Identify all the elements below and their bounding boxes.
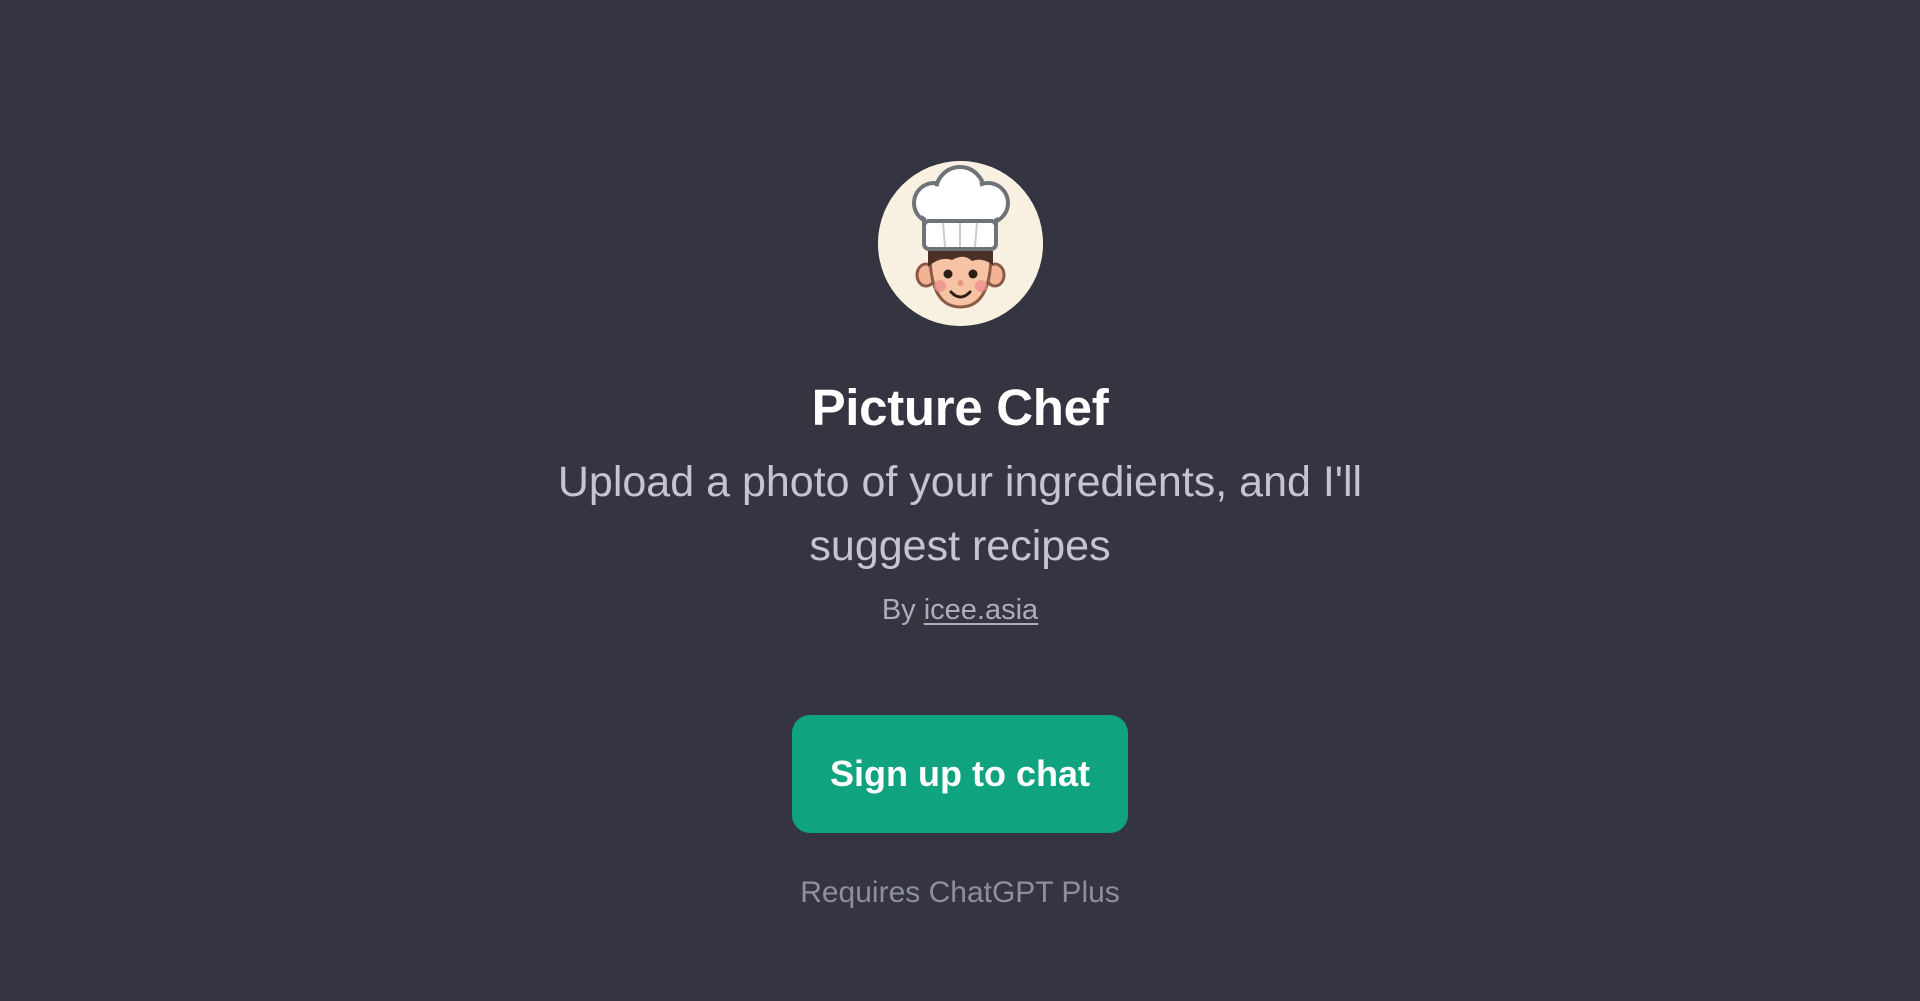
gpt-title: Picture Chef — [811, 379, 1109, 436]
byline-prefix: By — [881, 594, 916, 626]
author-byline: By icee.asia — [882, 590, 1038, 630]
sign-up-to-chat-button[interactable]: Sign up to chat — [792, 715, 1128, 833]
gpt-description: Upload a photo of your ingredients, and … — [557, 458, 1363, 570]
author-link[interactable]: icee.asia — [924, 594, 1038, 626]
gpt-landing-page: Picture Chef Upload a photo of your ingr… — [0, 0, 1920, 1001]
chef-avatar-icon — [877, 161, 1043, 326]
requires-plus-note: Requires ChatGPT Plus — [800, 876, 1120, 909]
